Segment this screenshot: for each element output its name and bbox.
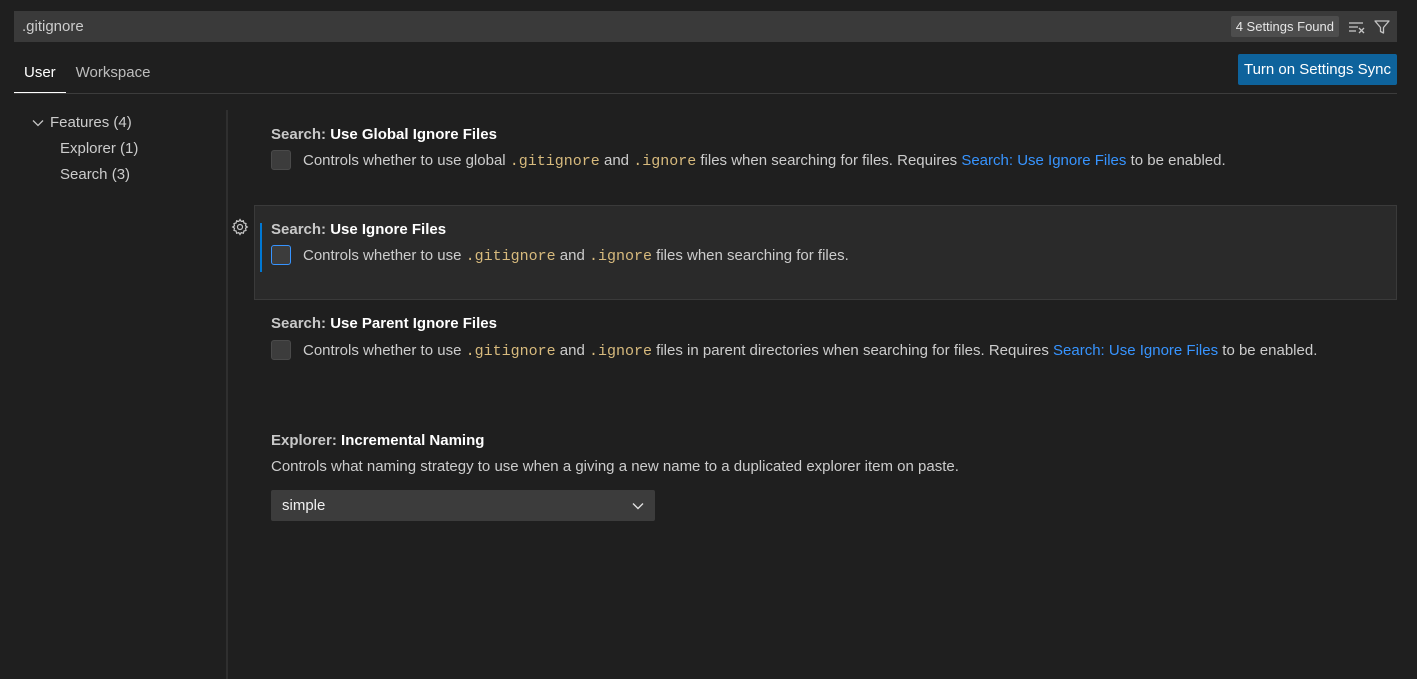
settings-search-input[interactable]: .gitignore bbox=[22, 11, 1122, 42]
setting-title: Search: Use Ignore Files bbox=[271, 221, 447, 238]
tabs-divider bbox=[14, 93, 1397, 94]
setting-description: Controls what naming strategy to use whe… bbox=[271, 458, 959, 475]
clear-filter-icon[interactable] bbox=[1347, 17, 1366, 36]
setting-title: Explorer: Incremental Naming bbox=[271, 432, 485, 449]
select-value: simple bbox=[282, 497, 326, 514]
setting-title: Search: Use Parent Ignore Files bbox=[271, 315, 497, 332]
setting-description: Controls whether to use .gitignore and .… bbox=[303, 247, 849, 265]
use-ignore-files-link[interactable]: Search: Use Ignore Files bbox=[961, 152, 1126, 169]
use-ignore-files-checkbox[interactable] bbox=[271, 245, 291, 265]
toc-item-label: Features (4) bbox=[50, 114, 132, 131]
setting-use-parent-ignore-files: Search: Use Parent Ignore Files Controls… bbox=[271, 313, 1381, 363]
use-global-ignore-files-checkbox[interactable] bbox=[271, 150, 291, 170]
toc-item-search[interactable]: Search (3) bbox=[24, 162, 224, 188]
toc-divider bbox=[226, 110, 228, 679]
setting-description: Controls whether to use global .gitignor… bbox=[303, 152, 1226, 170]
setting-use-ignore-files: Search: Use Ignore Files Controls whethe… bbox=[271, 219, 1381, 268]
tab-workspace[interactable]: Workspace bbox=[66, 56, 161, 92]
setting-incremental-naming: Explorer: Incremental Naming Controls wh… bbox=[271, 430, 1381, 478]
turn-on-settings-sync-button[interactable]: Turn on Settings Sync bbox=[1237, 54, 1397, 85]
gear-icon[interactable] bbox=[231, 218, 250, 237]
toc-item-features[interactable]: Features (4) bbox=[24, 110, 224, 136]
use-parent-ignore-files-checkbox[interactable] bbox=[271, 340, 291, 360]
setting-description: Controls whether to use .gitignore and .… bbox=[303, 342, 1318, 360]
chevron-down-icon bbox=[631, 490, 645, 521]
use-ignore-files-link[interactable]: Search: Use Ignore Files bbox=[1053, 342, 1218, 359]
filter-icon[interactable] bbox=[1372, 17, 1391, 36]
results-count-badge: 4 Settings Found bbox=[1230, 16, 1339, 37]
setting-use-global-ignore-files: Search: Use Global Ignore Files Controls… bbox=[271, 124, 1381, 173]
incremental-naming-select[interactable]: simple bbox=[271, 490, 655, 521]
setting-title: Search: Use Global Ignore Files bbox=[271, 126, 497, 143]
toc-item-explorer[interactable]: Explorer (1) bbox=[24, 136, 224, 162]
settings-search-bar[interactable]: .gitignore 4 Settings Found bbox=[14, 11, 1397, 42]
settings-toc: Features (4) Explorer (1) Search (3) bbox=[24, 110, 224, 188]
chevron-down-icon bbox=[28, 116, 48, 130]
focus-indicator bbox=[260, 223, 262, 272]
tab-user[interactable]: User bbox=[14, 56, 66, 94]
settings-scope-tabs: User Workspace bbox=[14, 56, 160, 94]
